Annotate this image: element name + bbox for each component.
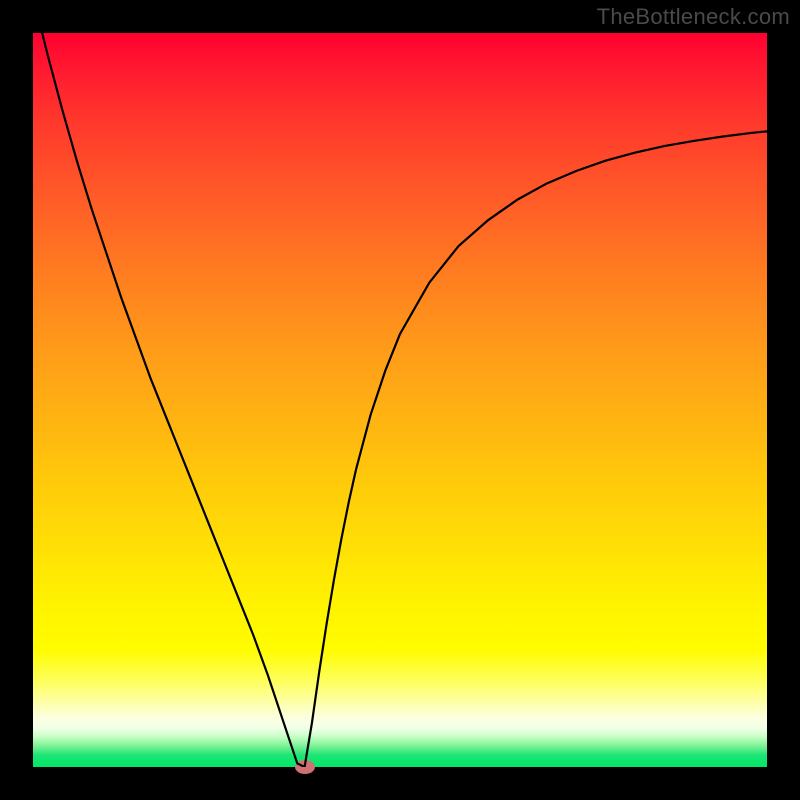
watermark-text: TheBottleneck.com	[597, 4, 790, 30]
chart-plot-area	[33, 33, 767, 767]
curve-path	[33, 33, 767, 767]
bottleneck-curve	[33, 33, 767, 767]
